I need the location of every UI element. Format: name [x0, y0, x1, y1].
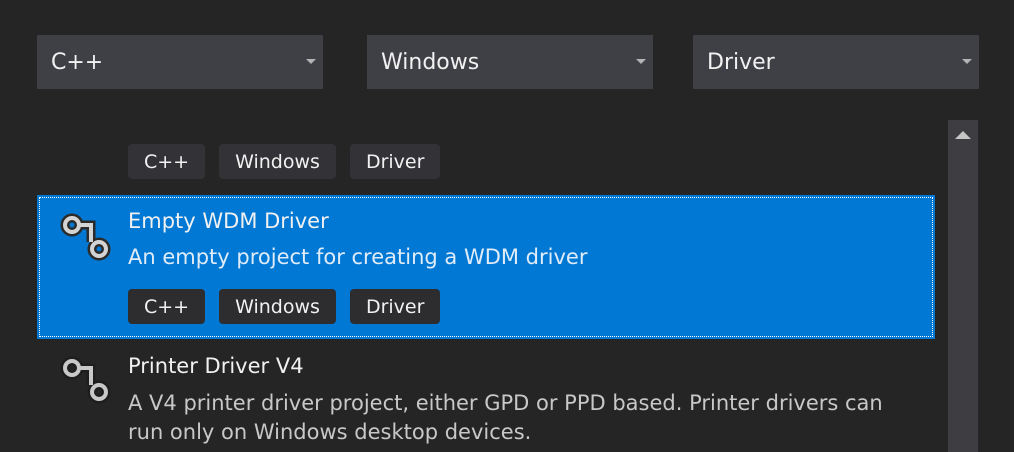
tag-language: C++: [128, 144, 206, 179]
scroll-up-button[interactable]: [948, 120, 978, 150]
template-description: A V4 printer driver project, either GPD …: [128, 391, 883, 444]
template-tags: C++ Windows Driver: [128, 144, 441, 179]
template-list: C++ Windows Driver Empty WDM Driver An e…: [0, 120, 948, 452]
tag-project-type: Driver: [349, 144, 441, 179]
tag-platform: Windows: [219, 144, 336, 179]
platform-filter-dropdown[interactable]: Windows: [367, 35, 653, 89]
language-filter-value: C++: [51, 49, 104, 75]
chevron-down-icon: [306, 59, 316, 64]
template-title: Empty WDM Driver: [128, 209, 329, 233]
tag-platform: Windows: [219, 289, 336, 324]
project-type-filter-dropdown[interactable]: Driver: [693, 35, 979, 89]
tag-language: C++: [128, 289, 206, 324]
driver-connector-icon: [60, 356, 111, 404]
project-type-filter-value: Driver: [707, 49, 775, 75]
triangle-up-icon: [955, 131, 971, 139]
template-list-item-empty-wdm-driver[interactable]: Empty WDM Driver An empty project for cr…: [37, 195, 935, 339]
chevron-down-icon: [636, 59, 646, 64]
template-tags: C++ Windows Driver: [128, 289, 441, 324]
chevron-down-icon: [962, 59, 972, 64]
template-list-item-printer-driver-v4[interactable]: Printer Driver V4 A V4 printer driver pr…: [37, 342, 935, 452]
platform-filter-value: Windows: [381, 49, 480, 75]
template-list-item[interactable]: C++ Windows Driver: [37, 120, 935, 180]
template-title: Printer Driver V4: [128, 354, 304, 378]
template-description: An empty project for creating a WDM driv…: [128, 245, 588, 269]
language-filter-dropdown[interactable]: C++: [37, 35, 323, 89]
vertical-scrollbar[interactable]: [948, 120, 978, 452]
tag-project-type: Driver: [349, 289, 441, 324]
driver-connector-icon: [60, 213, 111, 261]
